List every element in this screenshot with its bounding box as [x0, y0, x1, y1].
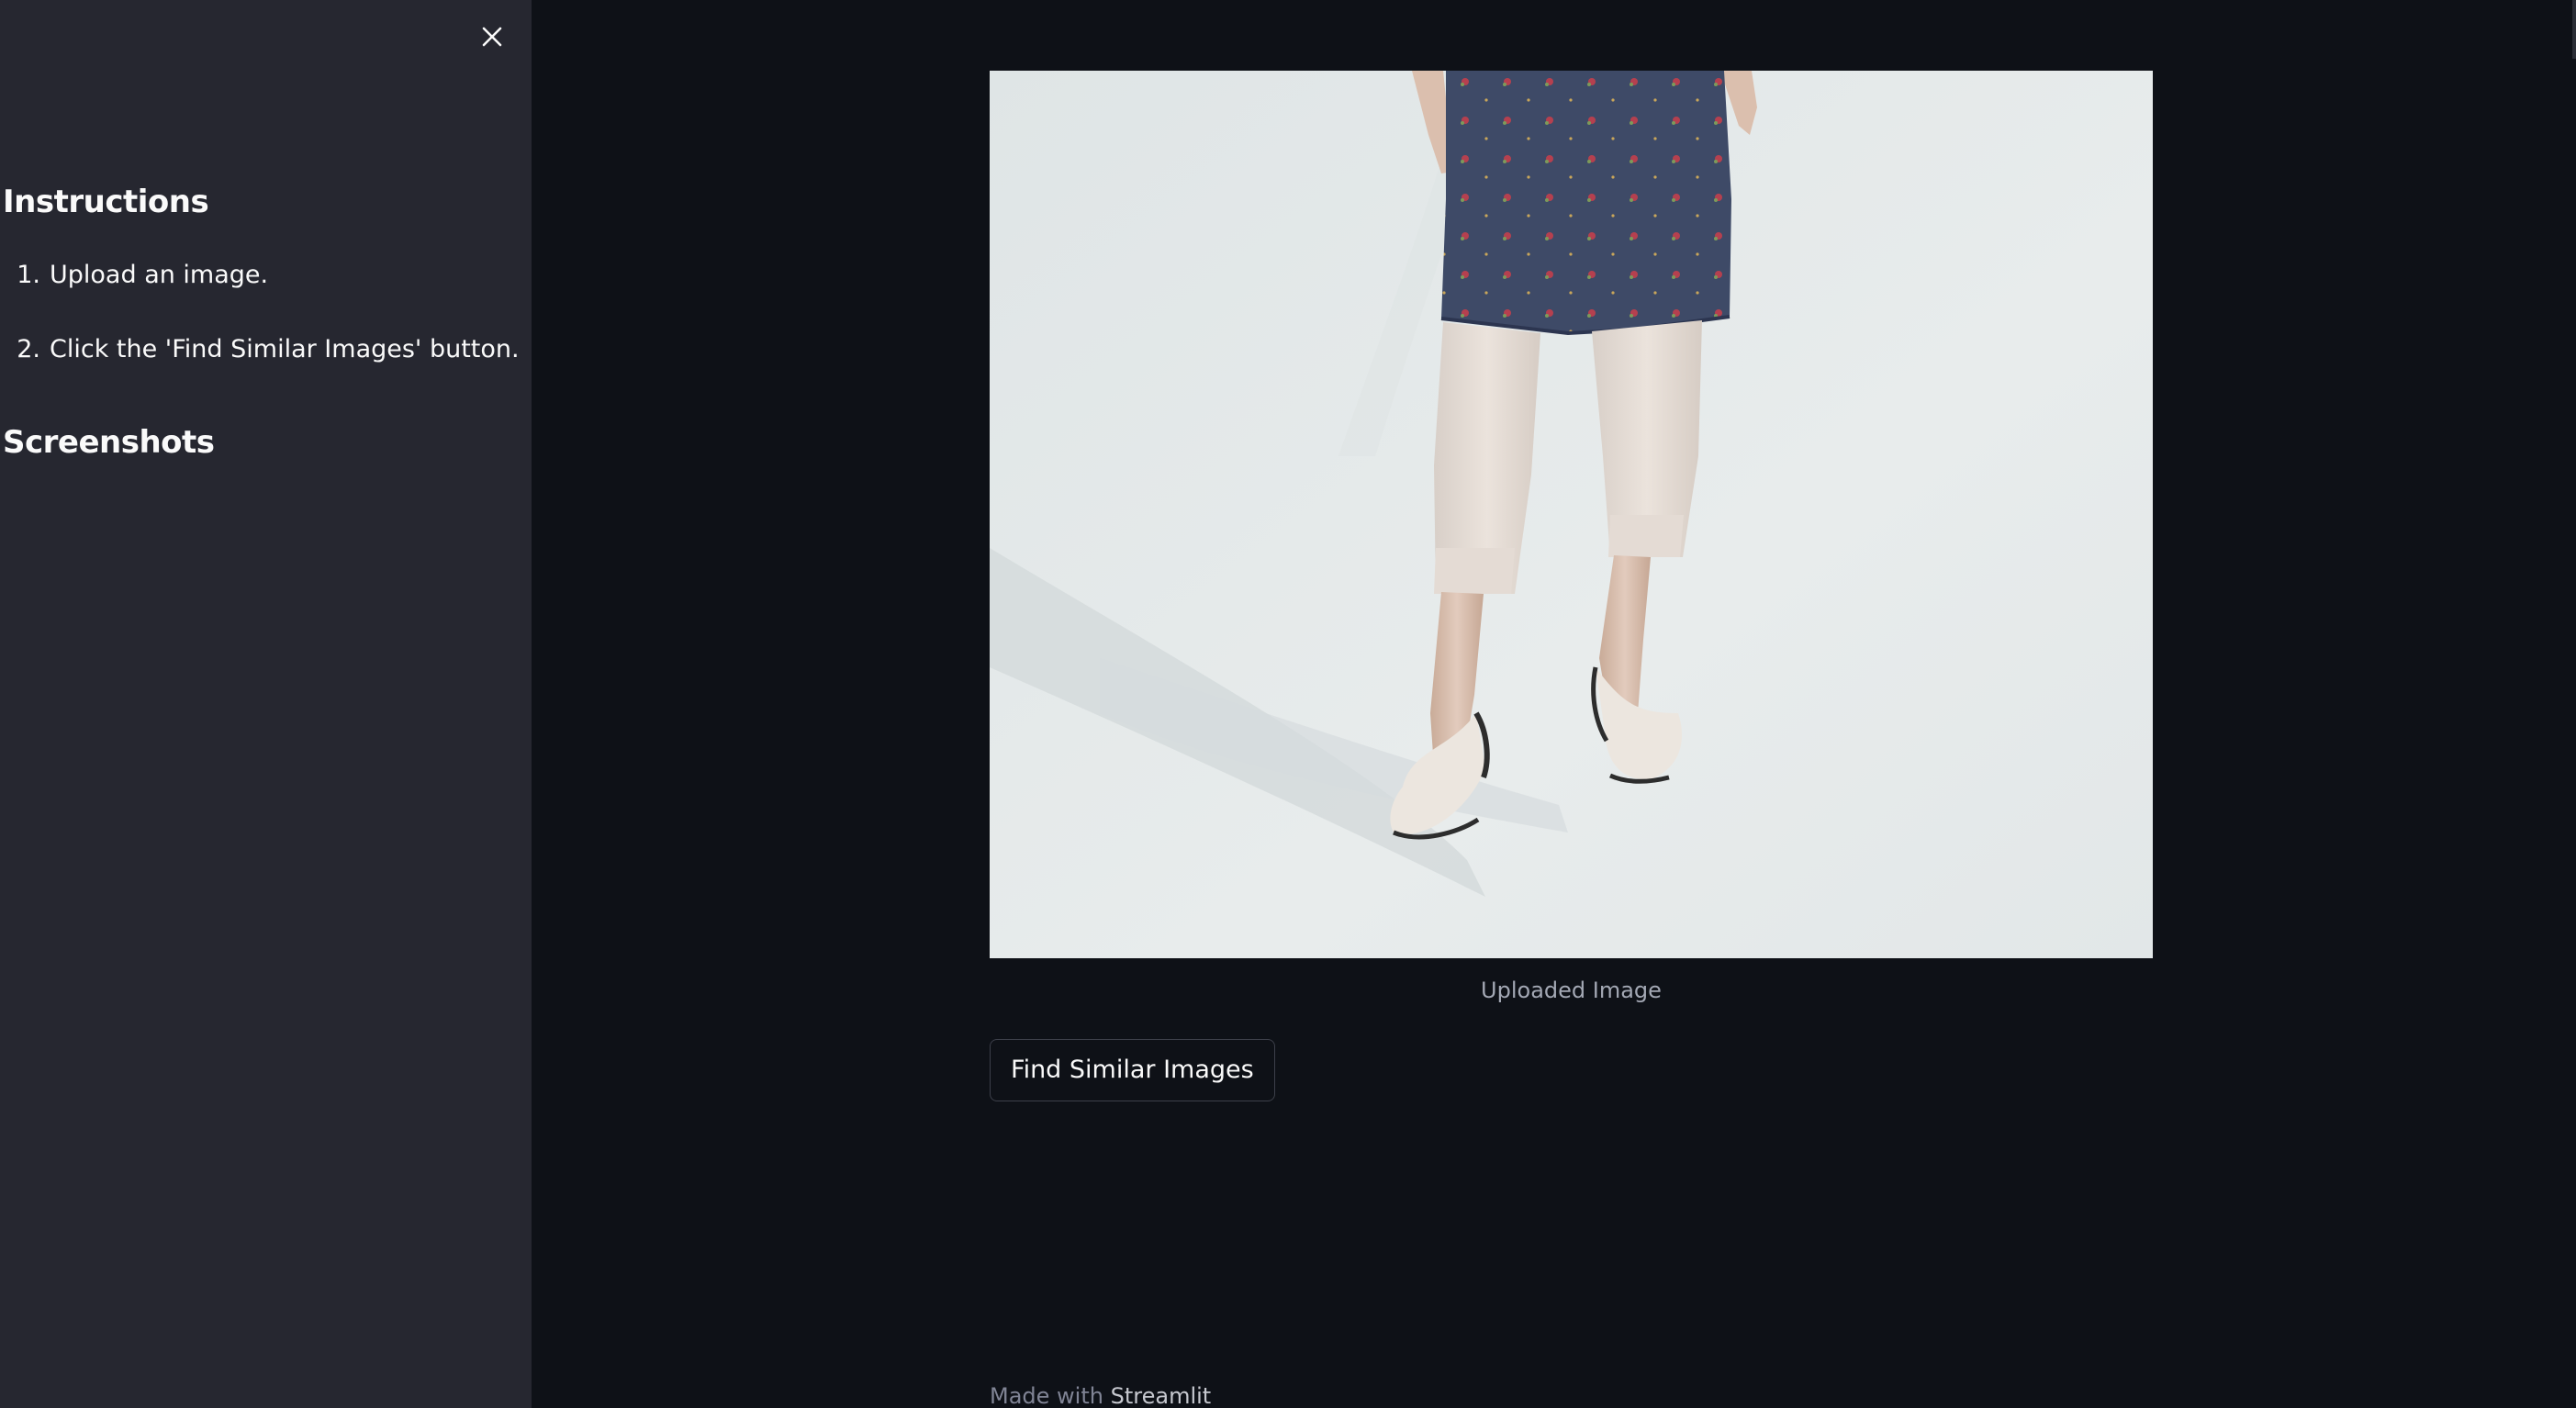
close-icon	[482, 27, 502, 47]
footer: Made with Streamlit	[990, 1381, 1211, 1408]
sidebar: Instructions 1. Upload an image. 2. Clic…	[0, 0, 532, 1408]
instruction-item: 1. Upload an image.	[0, 253, 523, 297]
instructions-list: 1. Upload an image. 2. Click the 'Find S…	[0, 253, 523, 402]
mannequin-photo	[990, 71, 2153, 958]
uploaded-image	[990, 71, 2153, 958]
footer-prefix: Made with	[990, 1383, 1103, 1408]
instruction-item: 2. Click the 'Find Similar Images' butto…	[0, 328, 523, 372]
instruction-number: 2.	[17, 335, 40, 363]
instructions-heading: Instructions	[3, 184, 209, 220]
scrollbar[interactable]	[2572, 0, 2576, 59]
find-similar-images-button[interactable]: Find Similar Images	[990, 1039, 1275, 1101]
streamlit-app: Instructions 1. Upload an image. 2. Clic…	[0, 0, 2576, 1408]
main-content: Uploaded Image Find Similar Images Made …	[532, 0, 2576, 1408]
close-sidebar-button[interactable]	[476, 20, 509, 53]
image-caption: Uploaded Image	[1481, 978, 1662, 1003]
instruction-number: 1.	[17, 261, 40, 289]
streamlit-link[interactable]: Streamlit	[1111, 1383, 1212, 1408]
instruction-text: Upload an image.	[50, 261, 269, 289]
screenshots-heading: Screenshots	[3, 424, 215, 461]
instruction-text: Click the 'Find Similar Images' button.	[50, 335, 520, 363]
